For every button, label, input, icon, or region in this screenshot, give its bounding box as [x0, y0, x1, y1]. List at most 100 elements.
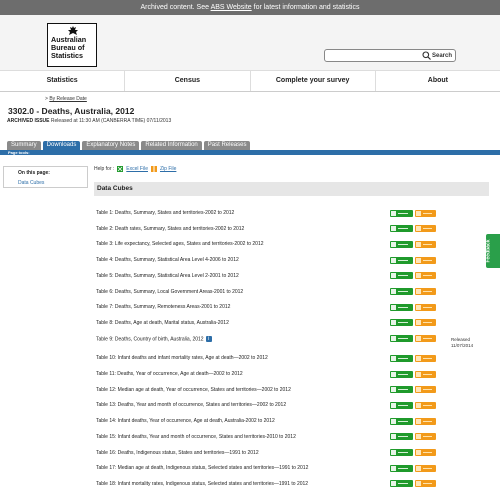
download-buttons	[390, 417, 436, 425]
nav-complete-your-survey[interactable]: Complete your survey	[251, 71, 376, 91]
download-excel-button[interactable]	[390, 401, 413, 409]
download-zip-button[interactable]	[415, 433, 436, 441]
data-cube-label: Table 7: Deaths, Summary, Remoteness Are…	[96, 304, 231, 311]
tab-past-releases[interactable]: Past Releases	[203, 141, 251, 150]
data-cube-label: Table 8: Deaths, Age at death, Marital s…	[96, 319, 229, 326]
download-excel-button[interactable]	[390, 480, 413, 488]
download-buttons	[390, 319, 436, 327]
archive-text-post: for latest information and statistics	[251, 4, 360, 11]
download-excel-button[interactable]	[390, 303, 413, 311]
download-excel-button[interactable]	[390, 464, 413, 472]
tab-summary[interactable]: Summary	[7, 141, 41, 150]
download-buttons	[390, 401, 436, 409]
data-cube-row: Table 6: Deaths, Summary, Local Governme…	[96, 289, 396, 295]
download-zip-button[interactable]	[415, 225, 436, 233]
download-zip-button[interactable]	[415, 319, 436, 327]
download-zip-button[interactable]	[415, 335, 436, 343]
archive-banner: Archived content. See ABS Website for la…	[0, 0, 500, 15]
issue-info: ARCHIVED ISSUE Released at 11:30 AM (CAN…	[7, 118, 172, 124]
download-excel-button[interactable]	[390, 335, 413, 343]
data-cube-label: Table 11: Deaths, Year of occurrence, Ag…	[96, 371, 243, 377]
data-cube-row: Table 2: Death rates, Summary, States an…	[96, 226, 396, 232]
data-cube-label: Table 18: Infant mortality rates, Indige…	[96, 480, 309, 487]
search-button[interactable]: Search	[432, 50, 452, 62]
data-cube-label: Table 17: Median age at death, Indigenou…	[96, 465, 309, 472]
download-excel-button[interactable]	[390, 370, 413, 378]
search-icon[interactable]	[422, 51, 431, 60]
data-cube-row: Table 16: Deaths, Indigenous status, Sta…	[96, 450, 396, 456]
download-excel-button[interactable]	[390, 354, 413, 362]
download-excel-button[interactable]	[390, 319, 413, 327]
archive-text-pre: Archived content. See	[140, 4, 211, 11]
info-icon[interactable]: i	[205, 335, 212, 342]
download-excel-button[interactable]	[390, 433, 413, 441]
download-zip-button[interactable]	[415, 240, 436, 248]
nav-about[interactable]: About	[376, 71, 500, 91]
help-for: Help for : Excel File Zip File	[94, 166, 177, 172]
abs-logo[interactable]: Australian Bureau of Statistics	[47, 23, 97, 67]
data-cube-label: Table 16: Deaths, Indigenous status, Sta…	[96, 449, 259, 456]
breadcrumb-link[interactable]: By Release Date	[49, 96, 87, 102]
download-excel-button[interactable]	[390, 256, 413, 264]
download-zip-button[interactable]	[415, 288, 436, 295]
download-buttons	[390, 433, 436, 441]
tab-downloads[interactable]: Downloads	[42, 141, 81, 150]
data-cube-label: Table 12: Median age at death, Year of o…	[96, 386, 291, 393]
feedback-button[interactable]: Feedback	[486, 234, 500, 268]
data-cube-row: Table 14: Infant deaths, Year of occurre…	[96, 418, 396, 424]
download-zip-button[interactable]	[415, 303, 436, 311]
site-header: Australian Bureau of Statistics Search	[0, 15, 500, 71]
data-cube-row: Table 13: Deaths, Year and month of occu…	[96, 402, 396, 408]
download-excel-button[interactable]	[390, 209, 413, 217]
data-cube-row: Table 8: Deaths, Age at death, Marital s…	[96, 320, 396, 326]
download-zip-button[interactable]	[415, 480, 436, 488]
download-zip-button[interactable]	[415, 449, 436, 456]
data-cube-label: Table 5: Deaths, Summary, Statistical Ar…	[96, 272, 239, 279]
download-buttons	[390, 303, 436, 311]
download-zip-button[interactable]	[415, 370, 436, 378]
excel-file-icon	[117, 166, 124, 172]
released-note: Released 11/07/2014	[451, 337, 474, 348]
download-excel-button[interactable]	[390, 417, 413, 425]
download-zip-button[interactable]	[415, 417, 436, 425]
download-zip-button[interactable]	[415, 272, 436, 280]
data-cube-row: Table 18: Infant mortality rates, Indige…	[96, 481, 396, 487]
download-zip-button[interactable]	[415, 464, 436, 472]
data-cube-label: Table 3: Life expectancy, Selected ages,…	[96, 241, 264, 248]
download-zip-button[interactable]	[415, 256, 436, 264]
data-cube-row: Table 12: Median age at death, Year of o…	[96, 387, 396, 393]
data-cube-label: Table 10: Infant deaths and infant morta…	[96, 355, 268, 362]
breadcrumb: > By Release Date	[45, 96, 87, 102]
data-cube-row: Table 10: Infant deaths and infant morta…	[96, 355, 396, 361]
data-cube-row: Table 5: Deaths, Summary, Statistical Ar…	[96, 273, 396, 279]
data-cube-label: Table 2: Death rates, Summary, States an…	[96, 225, 245, 232]
data-cube-row: Table 4: Deaths, Summary, Statistical Ar…	[96, 257, 396, 263]
zip-file-help-link[interactable]: Zip File	[160, 166, 176, 172]
nav-census[interactable]: Census	[125, 71, 251, 91]
tab-underline	[0, 150, 500, 155]
download-zip-button[interactable]	[415, 401, 436, 409]
download-zip-button[interactable]	[415, 354, 436, 362]
download-zip-button[interactable]	[415, 386, 436, 394]
download-excel-button[interactable]	[390, 240, 413, 248]
page-title: 3302.0 - Deaths, Australia, 2012	[8, 106, 135, 116]
download-excel-button[interactable]	[390, 225, 413, 233]
abs-website-link[interactable]: ABS Website	[211, 4, 252, 11]
tab-explanatory-notes[interactable]: Explanatory Notes	[82, 141, 140, 150]
on-this-page-heading: On this page:	[18, 170, 50, 176]
data-cubes-heading: Data Cubes	[94, 182, 489, 196]
download-buttons	[390, 449, 436, 456]
download-buttons	[390, 209, 436, 217]
main-nav: Statistics Census Complete your survey A…	[0, 71, 500, 92]
nav-statistics[interactable]: Statistics	[0, 71, 126, 91]
download-excel-button[interactable]	[390, 449, 413, 456]
page-tools[interactable]: Page tools:	[8, 150, 30, 155]
download-zip-button[interactable]	[415, 209, 436, 217]
tab-bar: Summary Downloads Explanatory Notes Rela…	[7, 141, 251, 150]
excel-file-help-link[interactable]: Excel File	[126, 166, 148, 172]
download-excel-button[interactable]	[390, 288, 413, 295]
download-excel-button[interactable]	[390, 386, 413, 394]
data-cubes-link[interactable]: Data Cubes	[18, 180, 44, 186]
download-excel-button[interactable]	[390, 272, 413, 280]
tab-related-information[interactable]: Related Information	[141, 141, 202, 150]
